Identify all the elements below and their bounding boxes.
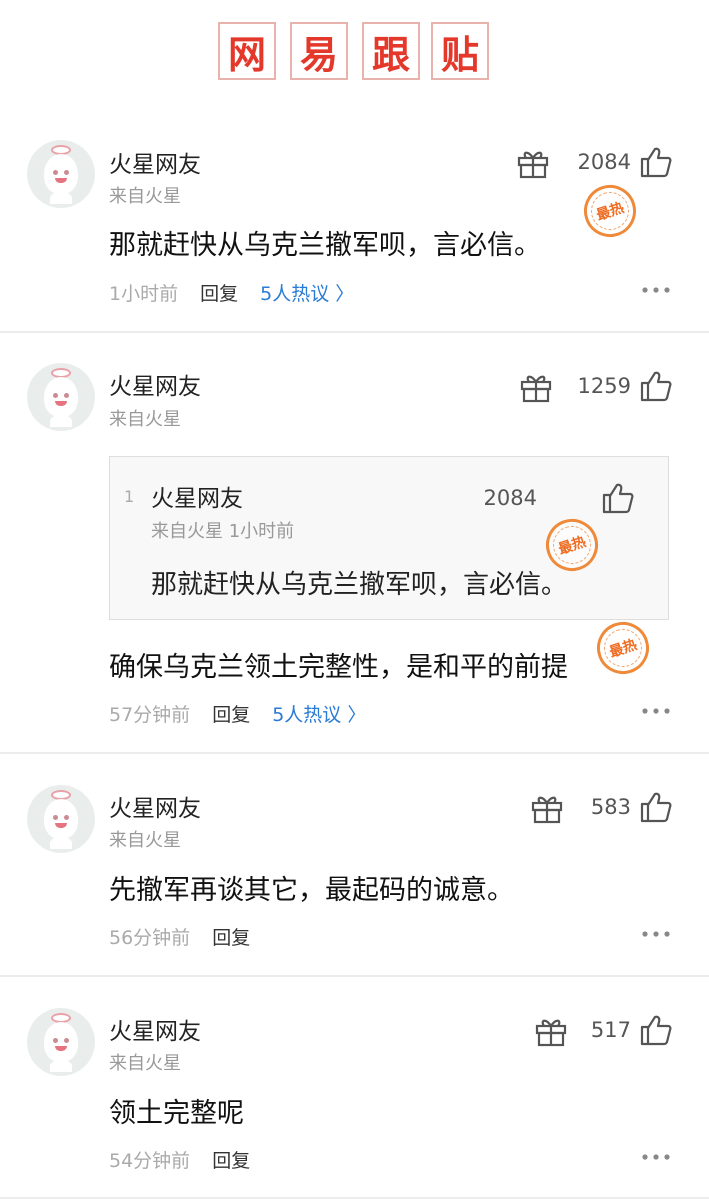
hot-stamp-icon: 最热 [577, 178, 643, 244]
more-dots-icon[interactable] [641, 286, 671, 294]
header-char-1: 网 [218, 22, 276, 80]
quoted-comment[interactable]: 1 火星网友 来自火星 1小时前 2084 最热 那就赶快从乌克兰撤军呗，言必信… [109, 456, 669, 620]
header-char-2: 易 [290, 22, 348, 80]
app-header: 网 易 跟 贴 [0, 22, 709, 82]
username[interactable]: 火星网友 [109, 1012, 201, 1046]
hot-discussion-link[interactable]: 5人热议 〉 [272, 700, 366, 727]
timestamp: 1小时前 [109, 283, 179, 305]
comment-meta: 1小时前 回复 5人热议 〉 [109, 279, 354, 306]
reply-button[interactable]: 回复 [212, 700, 250, 727]
comment-meta: 57分钟前 回复 5人热议 〉 [109, 700, 366, 727]
avatar[interactable] [27, 363, 95, 431]
divider [0, 1197, 709, 1199]
username[interactable]: 火星网友 [109, 367, 201, 401]
location-label: 来自火星 [109, 830, 181, 851]
username[interactable]: 火星网友 [109, 145, 201, 179]
more-dots-icon[interactable] [641, 930, 671, 938]
more-dots-icon[interactable] [641, 1153, 671, 1161]
header-char-3: 跟 [362, 22, 420, 80]
thumb-up-icon[interactable] [639, 369, 673, 403]
comment-text: 先撤军再谈其它，最起码的诚意。 [109, 875, 514, 906]
avatar[interactable] [27, 1008, 95, 1076]
location-label: 来自火星 [109, 409, 181, 430]
gift-icon[interactable] [519, 371, 553, 403]
quote-like-count: 2084 [483, 486, 537, 510]
hot-stamp-icon: 最热 [590, 615, 656, 681]
more-dots-icon[interactable] [641, 707, 671, 715]
timestamp: 57分钟前 [109, 704, 191, 726]
like-count: 1259 [577, 374, 631, 398]
gift-icon[interactable] [516, 147, 550, 179]
location-label: 来自火星 [109, 186, 181, 207]
header-char-4: 贴 [431, 22, 489, 80]
reply-button[interactable]: 回复 [200, 279, 238, 306]
thumb-up-icon[interactable] [639, 145, 673, 179]
divider [0, 975, 709, 977]
avatar[interactable] [27, 140, 95, 208]
thumb-up-icon[interactable] [601, 481, 635, 515]
thumb-up-icon[interactable] [639, 790, 673, 824]
like-count: 517 [590, 1018, 631, 1042]
reply-button[interactable]: 回复 [212, 923, 250, 950]
comment-meta: 56分钟前 回复 [109, 923, 250, 950]
like-count: 583 [590, 795, 631, 819]
username[interactable]: 火星网友 [109, 789, 201, 823]
hot-discussion-link[interactable]: 5人热议 〉 [260, 279, 354, 306]
timestamp: 54分钟前 [109, 1150, 191, 1172]
timestamp: 56分钟前 [109, 927, 191, 949]
quote-username[interactable]: 火星网友 [151, 479, 243, 513]
quote-text: 那就赶快从乌克兰撤军呗，言必信。 [151, 570, 568, 600]
comment-text: 确保乌克兰领土完整性，是和平的前提 [109, 652, 568, 683]
divider [0, 752, 709, 754]
like-count: 2084 [577, 150, 631, 174]
avatar[interactable] [27, 785, 95, 853]
comment-text: 那就赶快从乌克兰撤军呗，言必信。 [109, 230, 541, 261]
location-label: 来自火星 [109, 1053, 181, 1074]
reply-button[interactable]: 回复 [212, 1146, 250, 1173]
quote-location-time: 来自火星 1小时前 [151, 521, 295, 542]
comment-text: 领土完整呢 [109, 1098, 244, 1129]
thumb-up-icon[interactable] [639, 1013, 673, 1047]
quote-index: 1 [124, 487, 135, 506]
comment-meta: 54分钟前 回复 [109, 1146, 250, 1173]
divider [0, 331, 709, 333]
